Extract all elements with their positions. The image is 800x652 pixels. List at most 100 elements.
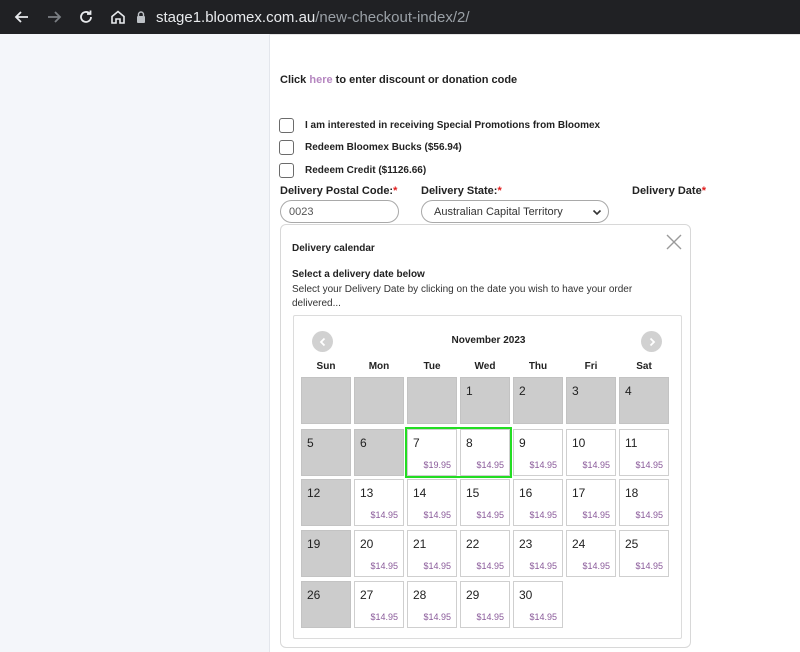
redeem-credit-checkbox[interactable] <box>279 163 294 178</box>
promotions-checkbox[interactable] <box>279 118 294 133</box>
calendar-day-24[interactable]: 24 $14.95 <box>566 530 616 577</box>
url-host: stage1.bloomex.com.au <box>156 8 316 26</box>
forward-button[interactable] <box>40 3 68 31</box>
calendar-day-14[interactable]: 14 $14.95 <box>407 479 457 526</box>
day-price: $14.95 <box>476 561 504 571</box>
day-number: 27 <box>360 588 374 602</box>
calendar-subtitle: Select a delivery date below <box>292 269 425 280</box>
back-button[interactable] <box>8 3 36 31</box>
calendar-day-21[interactable]: 21 $14.95 <box>407 530 457 577</box>
postal-code-input[interactable]: 0023 <box>280 200 399 223</box>
calendar-day-10[interactable]: 10 $14.95 <box>566 429 616 476</box>
left-sidebar <box>0 34 270 652</box>
day-price: $14.95 <box>635 561 663 571</box>
day-number: 13 <box>360 486 374 500</box>
calendar-day-13[interactable]: 13 $14.95 <box>354 479 404 526</box>
day-number: 18 <box>625 486 639 500</box>
day-price: $14.95 <box>423 612 451 622</box>
calendar-day-23[interactable]: 23 $14.95 <box>513 530 563 577</box>
calendar-widget: November 2023 Sun Mon Tue Wed Thu Fri Sat 1234… <box>293 315 682 639</box>
postal-code-label-text: Delivery Postal Code: <box>280 185 394 197</box>
delivery-state-select[interactable]: Australian Capital Territory <box>421 200 609 223</box>
discount-prefix: Click <box>280 74 310 86</box>
day-price: $14.95 <box>423 561 451 571</box>
calendar-day-8[interactable]: 8 $14.95 <box>460 429 510 476</box>
next-month-button[interactable] <box>641 331 662 352</box>
month-title: November 2023 <box>451 335 526 346</box>
discount-link[interactable]: here <box>309 74 332 86</box>
day-price: $14.95 <box>370 612 398 622</box>
promotions-label: I am interested in receiving Special Pro… <box>305 120 601 131</box>
calendar-day-18[interactable]: 18 $14.95 <box>619 479 669 526</box>
close-icon[interactable] <box>665 233 683 251</box>
day-number: 16 <box>519 486 533 500</box>
day-number: 19 <box>307 537 321 551</box>
day-price: $14.95 <box>529 561 557 571</box>
promotions-checkbox-row[interactable]: I am interested in receiving Special Pro… <box>279 118 600 133</box>
day-price: $14.95 <box>423 510 451 520</box>
day-price: $14.95 <box>582 561 610 571</box>
calendar-day-17[interactable]: 17 $14.95 <box>566 479 616 526</box>
calendar-day-29[interactable]: 29 $14.95 <box>460 581 510 628</box>
redeem-credit-checkbox-row[interactable]: Redeem Credit ($1126.66) <box>279 163 426 178</box>
day-number: 29 <box>466 588 480 602</box>
calendar-day-26: 26 <box>301 581 351 628</box>
required-mark: * <box>497 185 502 197</box>
calendar-day-20[interactable]: 20 $14.95 <box>354 530 404 577</box>
calendar-day-11[interactable]: 11 $14.95 <box>619 429 669 476</box>
calendar-day-16[interactable]: 16 $14.95 <box>513 479 563 526</box>
bloomex-bucks-checkbox[interactable] <box>279 140 294 155</box>
day-number: 4 <box>625 384 632 398</box>
calendar-empty-cell <box>301 377 351 424</box>
bloomex-bucks-label: Redeem Bloomex Bucks ($56.94) <box>305 142 462 153</box>
bloomex-bucks-checkbox-row[interactable]: Redeem Bloomex Bucks ($56.94) <box>279 140 462 155</box>
calendar-day-5: 5 <box>301 429 351 476</box>
weekday-sat: Sat <box>636 361 652 372</box>
arrow-left-icon <box>14 11 28 23</box>
day-number: 3 <box>572 384 579 398</box>
discount-prompt: Click here to enter discount or donation… <box>280 74 517 86</box>
calendar-day-25[interactable]: 25 $14.95 <box>619 530 669 577</box>
day-number: 26 <box>307 588 321 602</box>
day-price: $14.95 <box>529 460 557 470</box>
divider <box>270 34 800 35</box>
day-price: $14.95 <box>529 510 557 520</box>
day-price: $14.95 <box>370 561 398 571</box>
calendar-day-1: 1 <box>460 377 510 424</box>
day-number: 21 <box>413 537 427 551</box>
reload-button[interactable] <box>72 3 100 31</box>
url-path: /new-checkout-index/2/ <box>315 8 470 26</box>
day-price: $14.95 <box>582 510 610 520</box>
arrow-right-icon <box>48 11 62 23</box>
postal-code-value: 0023 <box>289 205 314 218</box>
calendar-day-28[interactable]: 28 $14.95 <box>407 581 457 628</box>
address-bar[interactable]: stage1.bloomex.com.au/new-checkout-index… <box>134 4 800 30</box>
weekday-fri: Fri <box>584 361 598 372</box>
calendar-day-12: 12 <box>301 479 351 526</box>
calendar-day-9[interactable]: 9 $14.95 <box>513 429 563 476</box>
calendar-day-15[interactable]: 15 $14.95 <box>460 479 510 526</box>
calendar-day-27[interactable]: 27 $14.95 <box>354 581 404 628</box>
discount-suffix: to enter discount or donation code <box>332 74 518 86</box>
day-number: 28 <box>413 588 427 602</box>
chevron-down-icon <box>592 209 602 216</box>
day-price: $14.95 <box>476 460 504 470</box>
day-price: $14.95 <box>370 510 398 520</box>
calendar-day-7[interactable]: 7 $19.95 <box>407 429 457 476</box>
day-number: 2 <box>519 384 526 398</box>
weekday-tue: Tue <box>423 361 441 372</box>
calendar-day-22[interactable]: 22 $14.95 <box>460 530 510 577</box>
lock-icon <box>137 11 145 23</box>
day-price: $14.95 <box>635 510 663 520</box>
home-icon <box>111 10 125 24</box>
home-button[interactable] <box>104 3 132 31</box>
day-number: 23 <box>519 537 533 551</box>
calendar-day-30[interactable]: 30 $14.95 <box>513 581 563 628</box>
day-number: 20 <box>360 537 374 551</box>
calendar-day-4: 4 <box>619 377 669 424</box>
calendar-empty-cell <box>354 377 404 424</box>
day-number: 10 <box>572 436 586 450</box>
delivery-state-label-text: Delivery State: <box>421 185 498 197</box>
day-price: $14.95 <box>529 612 557 622</box>
day-price: $14.95 <box>582 460 610 470</box>
